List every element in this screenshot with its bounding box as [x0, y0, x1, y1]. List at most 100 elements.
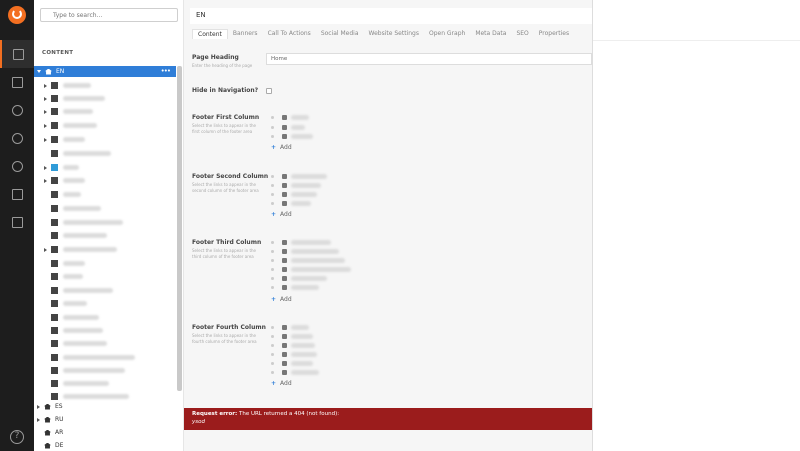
- link-item[interactable]: [271, 359, 313, 367]
- drag-handle-icon[interactable]: [271, 115, 274, 119]
- tree-node[interactable]: [51, 203, 101, 214]
- tab-banners[interactable]: Banners: [228, 29, 263, 39]
- tree-node[interactable]: [51, 217, 123, 228]
- link-item[interactable]: [271, 123, 305, 131]
- link-item[interactable]: [271, 350, 317, 358]
- link-item[interactable]: [271, 323, 309, 331]
- footer-third-add-button[interactable]: + Add: [271, 296, 292, 303]
- drag-handle-icon[interactable]: [271, 201, 274, 205]
- drag-handle-icon[interactable]: [271, 285, 274, 289]
- forms-icon[interactable]: [0, 208, 34, 236]
- link-item[interactable]: [271, 181, 321, 189]
- drag-handle-icon[interactable]: [271, 249, 274, 253]
- drag-handle-icon[interactable]: [271, 370, 274, 374]
- drag-handle-icon[interactable]: [271, 240, 274, 244]
- link-item[interactable]: [271, 247, 339, 255]
- tab-content[interactable]: Content: [192, 29, 228, 39]
- tree-node-ar[interactable]: AR: [44, 427, 63, 438]
- tree-node[interactable]: [51, 285, 113, 296]
- footer-first-add-button[interactable]: + Add: [271, 144, 292, 151]
- link-item[interactable]: [271, 172, 327, 180]
- node-name-input[interactable]: EN: [190, 8, 592, 24]
- tree-node[interactable]: [44, 175, 85, 186]
- users-icon: [51, 136, 58, 143]
- tab-social-media[interactable]: Social Media: [316, 29, 364, 39]
- tab-meta-data[interactable]: Meta Data: [470, 29, 511, 39]
- drag-handle-icon[interactable]: [271, 258, 274, 262]
- tree-node[interactable]: [51, 298, 87, 309]
- tree-node-es[interactable]: ES: [37, 401, 63, 412]
- link-item[interactable]: [271, 190, 317, 198]
- help-icon[interactable]: ?: [10, 430, 24, 444]
- divider: [593, 40, 800, 41]
- hide-navigation-checkbox[interactable]: [266, 88, 272, 94]
- tree-node[interactable]: [51, 325, 103, 336]
- chevron-down-icon[interactable]: [37, 70, 41, 73]
- content-icon[interactable]: [0, 40, 34, 68]
- tree-node[interactable]: [51, 189, 81, 200]
- tab-properties[interactable]: Properties: [534, 29, 574, 39]
- link-item[interactable]: [271, 199, 311, 207]
- drag-handle-icon[interactable]: [271, 352, 274, 356]
- link-item[interactable]: [271, 132, 313, 140]
- drag-handle-icon[interactable]: [271, 361, 274, 365]
- user-icon[interactable]: [0, 152, 34, 180]
- drag-handle-icon[interactable]: [271, 174, 274, 178]
- tab-seo[interactable]: SEO: [511, 29, 533, 39]
- tree-node[interactable]: [44, 244, 117, 255]
- link-item[interactable]: [271, 341, 315, 349]
- drag-handle-icon[interactable]: [271, 343, 274, 347]
- tab-call-to-actions[interactable]: Call To Actions: [263, 29, 316, 39]
- members-icon[interactable]: [0, 180, 34, 208]
- link-item[interactable]: [271, 332, 313, 340]
- link-item[interactable]: [271, 368, 319, 376]
- page-heading-input[interactable]: Home: [266, 53, 592, 65]
- tree-node[interactable]: [51, 391, 129, 402]
- tree-node[interactable]: [44, 134, 85, 145]
- error-notification[interactable]: Request error: The URL returned a 404 (n…: [184, 408, 592, 430]
- search-input[interactable]: [40, 8, 178, 22]
- link-item[interactable]: [271, 283, 319, 291]
- tree-node[interactable]: [51, 352, 135, 363]
- tree-node[interactable]: [44, 80, 91, 91]
- link-item[interactable]: [271, 274, 327, 282]
- tree-node[interactable]: [44, 93, 105, 104]
- settings-tools-icon[interactable]: [0, 96, 34, 124]
- drag-handle-icon[interactable]: [271, 267, 274, 271]
- tree-node[interactable]: [51, 230, 107, 241]
- tree-node[interactable]: [51, 148, 111, 159]
- drag-handle-icon[interactable]: [271, 125, 274, 129]
- footer-fourth-add-button[interactable]: + Add: [271, 380, 292, 387]
- media-icon[interactable]: [0, 68, 34, 96]
- tree-node[interactable]: [44, 106, 93, 117]
- umbraco-logo-icon[interactable]: [8, 6, 26, 24]
- drag-handle-icon[interactable]: [271, 325, 274, 329]
- drag-handle-icon[interactable]: [271, 134, 274, 138]
- drag-handle-icon[interactable]: [271, 276, 274, 280]
- drag-handle-icon[interactable]: [271, 192, 274, 196]
- tree-node[interactable]: [51, 365, 125, 376]
- drag-handle-icon[interactable]: [271, 334, 274, 338]
- tree-node[interactable]: [51, 338, 107, 349]
- link-item[interactable]: [271, 256, 345, 264]
- tree-node-ru[interactable]: RU: [37, 414, 64, 425]
- more-options-icon[interactable]: •••: [161, 67, 171, 75]
- tree-node[interactable]: [51, 258, 85, 269]
- tree-node[interactable]: [44, 120, 97, 131]
- tree-scrollbar[interactable]: [177, 66, 182, 391]
- tab-website-settings[interactable]: Website Settings: [364, 29, 424, 39]
- tree-node[interactable]: [51, 378, 109, 389]
- footer-second-add-button[interactable]: + Add: [271, 211, 292, 218]
- tree-node[interactable]: [51, 312, 99, 323]
- gear-icon[interactable]: [0, 124, 34, 152]
- drag-handle-icon[interactable]: [271, 183, 274, 187]
- link-item[interactable]: [271, 113, 309, 121]
- tree-node[interactable]: [44, 162, 79, 173]
- mail-icon: [51, 177, 58, 184]
- link-item[interactable]: [271, 238, 331, 246]
- tree-node-en[interactable]: EN •••: [34, 66, 176, 77]
- tab-open-graph[interactable]: Open Graph: [424, 29, 470, 39]
- tree-node-de[interactable]: DE: [44, 440, 63, 451]
- link-item[interactable]: [271, 265, 351, 273]
- tree-node[interactable]: [51, 271, 83, 282]
